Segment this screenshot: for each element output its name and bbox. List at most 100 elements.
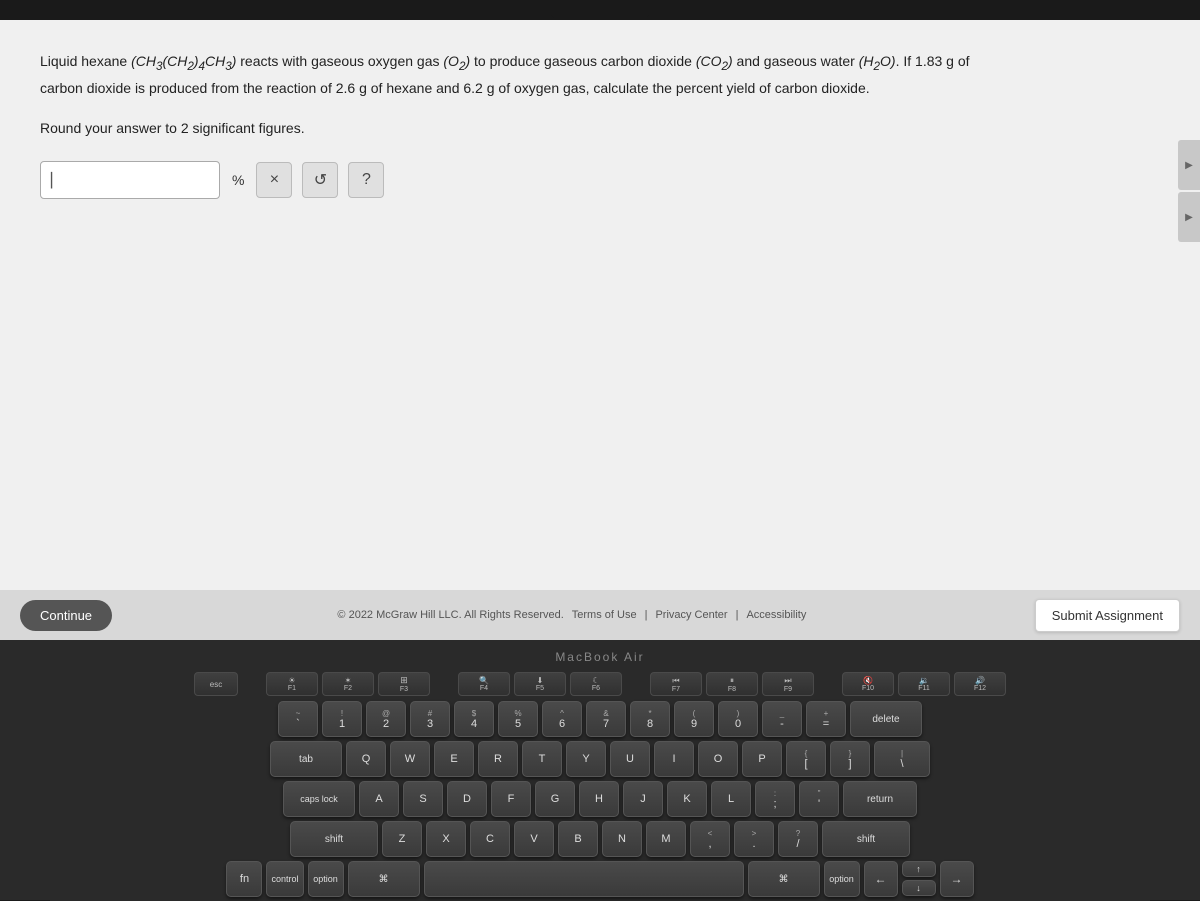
4-key[interactable]: $4: [454, 701, 494, 737]
f6-key[interactable]: ☾ F6: [570, 672, 622, 696]
command-left-key[interactable]: ⌘: [348, 861, 420, 897]
f3-key[interactable]: ⊞ F3: [378, 672, 430, 696]
period-key[interactable]: >.: [734, 821, 774, 857]
j-key[interactable]: J: [623, 781, 663, 817]
f5-key[interactable]: ⬇ F5: [514, 672, 566, 696]
w-key[interactable]: W: [390, 741, 430, 777]
command-right-key[interactable]: ⌘: [748, 861, 820, 897]
esc-key[interactable]: esc: [194, 672, 238, 696]
z-key[interactable]: Z: [382, 821, 422, 857]
arrow-right-key[interactable]: →: [940, 861, 974, 897]
arrow-down-key[interactable]: ↓: [902, 880, 936, 896]
m-key[interactable]: M: [646, 821, 686, 857]
d-key[interactable]: D: [447, 781, 487, 817]
semicolon-key[interactable]: :;: [755, 781, 795, 817]
u-key[interactable]: U: [610, 741, 650, 777]
f3-icon: ⊞: [400, 675, 408, 686]
privacy-link[interactable]: Privacy Center: [655, 609, 727, 621]
f6-icon: ☾: [592, 676, 599, 685]
8-key[interactable]: *8: [630, 701, 670, 737]
option-right-key[interactable]: option: [824, 861, 860, 897]
k-key[interactable]: K: [667, 781, 707, 817]
y-key[interactable]: Y: [566, 741, 606, 777]
comma-key[interactable]: <,: [690, 821, 730, 857]
l-key[interactable]: L: [711, 781, 751, 817]
h-key[interactable]: H: [579, 781, 619, 817]
caps-key[interactable]: caps lock: [283, 781, 355, 817]
space-key[interactable]: [424, 861, 744, 897]
arrow-up-key[interactable]: ↑: [902, 861, 936, 877]
backtick-key[interactable]: ~`: [278, 701, 318, 737]
accessibility-link[interactable]: Accessibility: [746, 609, 806, 621]
submit-assignment-button[interactable]: Submit Assignment: [1035, 599, 1180, 632]
f7-label: F7: [672, 686, 680, 693]
answer-input-wrapper[interactable]: ▏: [40, 161, 220, 199]
5-key[interactable]: %5: [498, 701, 538, 737]
slash-key[interactable]: ?/: [778, 821, 818, 857]
shift-right-key[interactable]: shift: [822, 821, 910, 857]
continue-button[interactable]: Continue: [20, 600, 112, 631]
terms-link[interactable]: Terms of Use: [572, 609, 637, 621]
lbracket-key[interactable]: {[: [786, 741, 826, 777]
f9-key[interactable]: ⏭ F9: [762, 672, 814, 696]
f3-label: F3: [400, 686, 408, 693]
9-key[interactable]: (9: [674, 701, 714, 737]
answer-input[interactable]: [66, 172, 166, 188]
f4-key[interactable]: 🔍 F4: [458, 672, 510, 696]
g-key[interactable]: G: [535, 781, 575, 817]
2-key[interactable]: @2: [366, 701, 406, 737]
option-key[interactable]: option: [308, 861, 344, 897]
return-key[interactable]: return: [843, 781, 917, 817]
close-button[interactable]: ×: [256, 162, 292, 198]
e-key[interactable]: E: [434, 741, 474, 777]
f7-key[interactable]: ⏮ F7: [650, 672, 702, 696]
minus-key[interactable]: _-: [762, 701, 802, 737]
f2-key[interactable]: ✶ F2: [322, 672, 374, 696]
p-key[interactable]: P: [742, 741, 782, 777]
f12-key[interactable]: 🔊 F12: [954, 672, 1006, 696]
tab-key[interactable]: tab: [270, 741, 342, 777]
side-tab-2[interactable]: ▶: [1178, 192, 1200, 242]
f10-key[interactable]: 🔇 F10: [842, 672, 894, 696]
f-key[interactable]: F: [491, 781, 531, 817]
v-key[interactable]: V: [514, 821, 554, 857]
f9-label: F9: [784, 686, 792, 693]
i-key[interactable]: I: [654, 741, 694, 777]
undo-button[interactable]: ↺: [302, 162, 338, 198]
backslash-key[interactable]: |\: [874, 741, 930, 777]
camera-notch: [550, 0, 650, 20]
control-key[interactable]: control: [266, 861, 303, 897]
q-key[interactable]: Q: [346, 741, 386, 777]
r-key[interactable]: R: [478, 741, 518, 777]
rbracket-key[interactable]: }]: [830, 741, 870, 777]
f5-label: F5: [536, 685, 544, 692]
help-button[interactable]: ?: [348, 162, 384, 198]
x-key[interactable]: X: [426, 821, 466, 857]
f8-key[interactable]: ⏸ F8: [706, 672, 758, 696]
7-key[interactable]: &7: [586, 701, 626, 737]
1-key[interactable]: !1: [322, 701, 362, 737]
f8-label: F8: [728, 686, 736, 693]
a-key[interactable]: A: [359, 781, 399, 817]
arrow-left-key[interactable]: ←: [864, 861, 898, 897]
3-key[interactable]: #3: [410, 701, 450, 737]
help-icon: ?: [362, 171, 371, 189]
c-key[interactable]: C: [470, 821, 510, 857]
f11-key[interactable]: 🔉 F11: [898, 672, 950, 696]
fn-key[interactable]: fn: [226, 861, 262, 897]
s-key[interactable]: S: [403, 781, 443, 817]
quote-key[interactable]: "': [799, 781, 839, 817]
side-tab-1[interactable]: ▶: [1178, 140, 1200, 190]
n-key[interactable]: N: [602, 821, 642, 857]
f10-label: F10: [862, 685, 874, 692]
b-key[interactable]: B: [558, 821, 598, 857]
delete-key[interactable]: delete: [850, 701, 922, 737]
o-key[interactable]: O: [698, 741, 738, 777]
shift-left-key[interactable]: shift: [290, 821, 378, 857]
f1-key[interactable]: ☀ F1: [266, 672, 318, 696]
toolbar-buttons: × ↺ ?: [256, 162, 384, 198]
t-key[interactable]: T: [522, 741, 562, 777]
0-key[interactable]: )0: [718, 701, 758, 737]
6-key[interactable]: ^6: [542, 701, 582, 737]
equals-key[interactable]: +=: [806, 701, 846, 737]
